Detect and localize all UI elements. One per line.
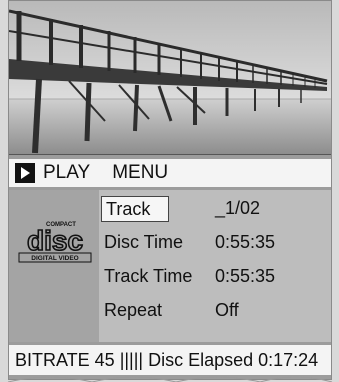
svg-text:DIGITAL VIDEO: DIGITAL VIDEO: [31, 255, 78, 262]
video-frame-image: [9, 1, 331, 155]
info-row-label: Repeat: [104, 300, 163, 320]
info-row-label: Track Time: [104, 266, 193, 286]
info-row-label: Disc Time: [104, 232, 184, 252]
play-state-label: PLAY: [43, 162, 91, 183]
info-row-value: Off: [215, 300, 239, 320]
svg-text:disc: disc: [27, 225, 83, 256]
compact-disc-digital-video-logo: COMPACT disc DIGITAL VIDEO: [18, 222, 92, 263]
info-row-value: _1/02: [215, 198, 261, 218]
player-screen: PLAY MENU COMPACT disc DIGITAL VIDEO Tra…: [8, 0, 332, 380]
info-row-label: Track: [101, 196, 170, 222]
menu-button[interactable]: MENU: [112, 162, 168, 184]
info-panel: COMPACT disc DIGITAL VIDEO Track _1/02 D…: [9, 190, 331, 342]
bottom-decorative-arcs: [7, 376, 333, 382]
info-row-value: 0:55:35: [215, 232, 276, 252]
logo-area: COMPACT disc DIGITAL VIDEO: [9, 190, 99, 342]
status-bar: BITRATE 45 ||||| Disc Elapsed 0:17:24: [9, 345, 331, 375]
info-row-value: 0:55:35: [215, 266, 276, 286]
transport-bar: PLAY MENU: [9, 159, 331, 187]
info-list: Track _1/02 Disc Time 0:55:35 Track Time…: [99, 190, 331, 342]
play-icon[interactable]: [15, 163, 35, 183]
